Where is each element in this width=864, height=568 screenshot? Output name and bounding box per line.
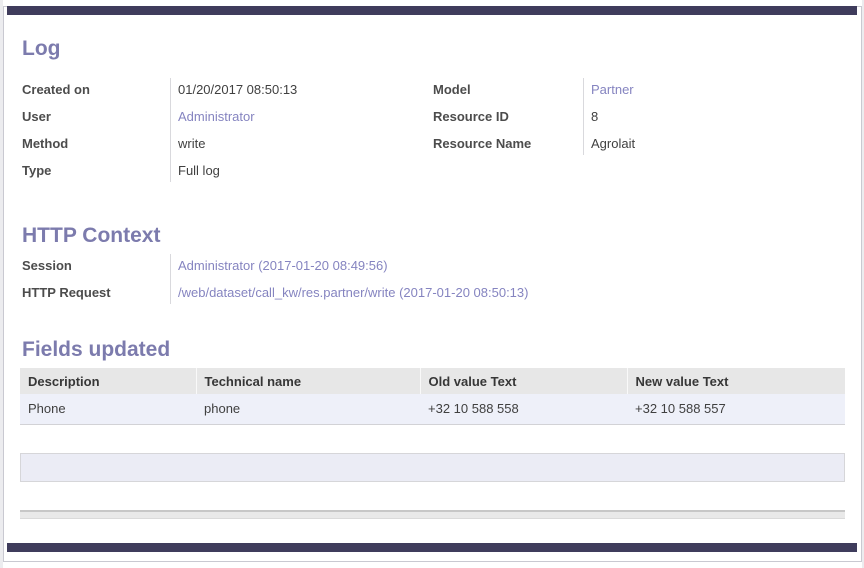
cell-technical-name: phone [196, 394, 420, 424]
field-label: Resource Name [433, 136, 591, 151]
field-row-session: Session Administrator (2017-01-20 08:49:… [22, 252, 722, 279]
field-label: Model [433, 82, 591, 97]
top-purple-bar [7, 6, 857, 15]
model-link[interactable]: Partner [591, 82, 634, 97]
column-header-description: Description [20, 368, 196, 394]
field-label: Type [22, 163, 178, 178]
field-row-http-request: HTTP Request /web/dataset/call_kw/res.pa… [22, 279, 722, 306]
user-link[interactable]: Administrator [178, 109, 255, 124]
table-row[interactable]: Phone phone +32 10 588 558 +32 10 588 55… [20, 394, 845, 424]
page-title: Log [22, 37, 60, 61]
column-header-new-value: New value Text [627, 368, 845, 394]
table-header-row: Description Technical name Old value Tex… [20, 368, 845, 394]
field-label: Method [22, 136, 178, 151]
type-value: Full log [178, 163, 220, 178]
field-label: Created on [22, 82, 178, 97]
field-label: User [22, 109, 178, 124]
field-row-resource-name: Resource Name Agrolait [433, 130, 845, 157]
cell-description: Phone [20, 394, 196, 424]
log-fields-right: Model Partner Resource ID 8 Resource Nam… [433, 76, 845, 157]
bottom-purple-bar [7, 543, 857, 552]
resource-name-value: Agrolait [591, 136, 635, 151]
field-row-model: Model Partner [433, 76, 845, 103]
resource-id-value: 8 [591, 109, 598, 124]
section-divider-bar [20, 510, 845, 519]
label-value-divider [583, 78, 584, 155]
log-fields-left: Created on 01/20/2017 08:50:13 User Admi… [22, 76, 428, 184]
column-header-old-value: Old value Text [420, 368, 627, 394]
fields-updated-title: Fields updated [22, 338, 170, 362]
method-value: write [178, 136, 205, 151]
field-row-resource-id: Resource ID 8 [433, 103, 845, 130]
http-context-title: HTTP Context [22, 224, 160, 248]
field-row-user: User Administrator [22, 103, 428, 130]
cell-old-value: +32 10 588 558 [420, 394, 627, 424]
label-value-divider [170, 78, 171, 182]
field-row-type: Type Full log [22, 157, 428, 184]
empty-footer-band [20, 453, 845, 482]
fields-updated-table: Description Technical name Old value Tex… [20, 368, 845, 425]
http-context-fields: Session Administrator (2017-01-20 08:49:… [22, 252, 722, 306]
session-link[interactable]: Administrator (2017-01-20 08:49:56) [178, 258, 388, 273]
field-label: Session [22, 258, 178, 273]
created-on-value: 01/20/2017 08:50:13 [178, 82, 297, 97]
field-row-created-on: Created on 01/20/2017 08:50:13 [22, 76, 428, 103]
field-row-method: Method write [22, 130, 428, 157]
label-value-divider [170, 254, 171, 304]
column-header-technical-name: Technical name [196, 368, 420, 394]
field-label: HTTP Request [22, 285, 178, 300]
log-detail-page: Log Created on 01/20/2017 08:50:13 User … [0, 0, 864, 568]
field-label: Resource ID [433, 109, 591, 124]
http-request-link[interactable]: /web/dataset/call_kw/res.partner/write (… [178, 285, 528, 300]
cell-new-value: +32 10 588 557 [627, 394, 845, 424]
